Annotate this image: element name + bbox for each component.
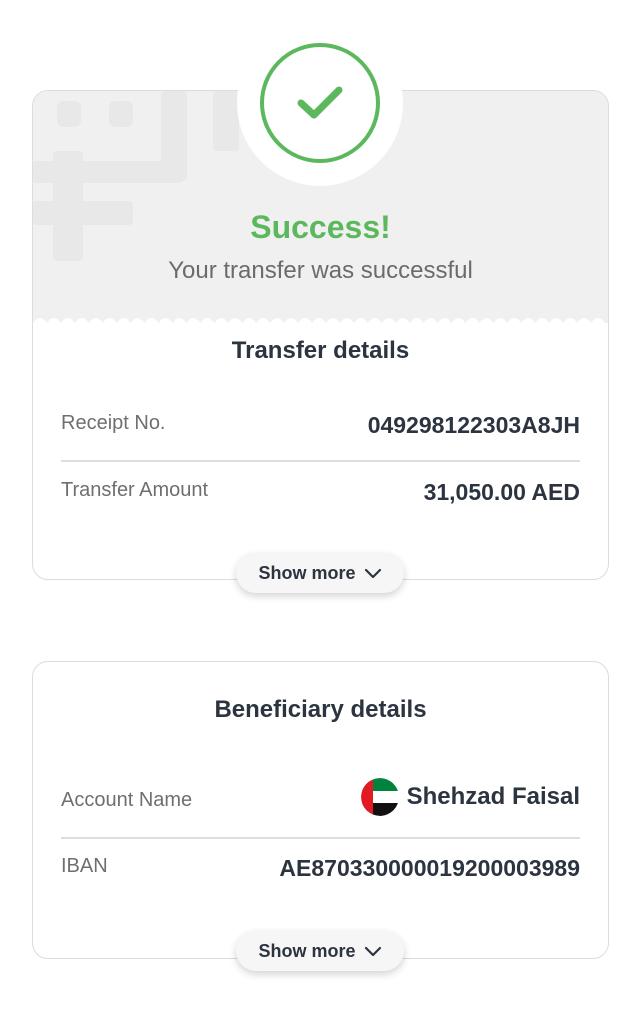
show-more-label: Show more bbox=[258, 562, 356, 583]
transfer-success-screen: Success! Your transfer was successful Tr… bbox=[0, 0, 641, 1024]
success-title: Success! bbox=[250, 209, 391, 245]
transfer-show-more-button[interactable]: Show more bbox=[236, 553, 404, 593]
receipt-no-value: 049298122303A8JH bbox=[367, 412, 580, 438]
account-name-label: Account Name bbox=[61, 789, 193, 811]
iban-label: IBAN bbox=[61, 855, 108, 877]
transfer-amount-label: Transfer Amount bbox=[61, 479, 209, 501]
success-subtitle: Your transfer was successful bbox=[168, 257, 473, 284]
beneficiary-details-card: Beneficiary details Account Name Shehzad… bbox=[32, 661, 609, 959]
decorative-pattern bbox=[33, 91, 239, 261]
account-name-value-group: Shehzad Faisal bbox=[360, 778, 580, 816]
transfer-details-title: Transfer details bbox=[231, 337, 410, 364]
receipt-no-label: Receipt No. bbox=[61, 412, 166, 434]
row-divider bbox=[61, 460, 580, 462]
iban-value: AE870330000019200003989 bbox=[279, 855, 580, 881]
show-more-label: Show more bbox=[258, 940, 356, 961]
beneficiary-details-title: Beneficiary details bbox=[214, 696, 427, 723]
success-check-badge bbox=[260, 43, 380, 163]
check-icon bbox=[297, 86, 343, 119]
chevron-down-icon bbox=[364, 568, 381, 579]
chevron-down-icon bbox=[364, 946, 381, 957]
beneficiary-show-more-button[interactable]: Show more bbox=[236, 931, 404, 971]
scallop-edge bbox=[33, 318, 608, 333]
row-divider bbox=[61, 837, 580, 839]
transfer-amount-value: 31,050.00 AED bbox=[423, 479, 580, 505]
uae-flag-icon bbox=[360, 778, 399, 816]
account-name-value: Shehzad Faisal bbox=[406, 783, 580, 810]
